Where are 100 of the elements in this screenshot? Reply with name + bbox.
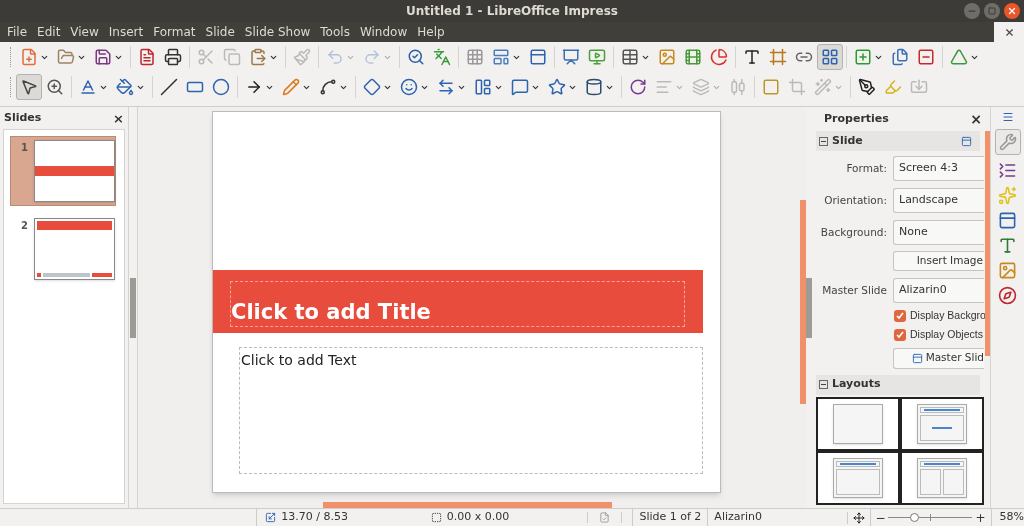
text-placeholder[interactable]: Click to add Text <box>239 347 703 474</box>
field-label: Orientation: <box>823 192 887 208</box>
collapse-handle[interactable] <box>806 277 812 338</box>
zoom-out-button[interactable]: − <box>875 508 886 526</box>
section-title: Slide <box>832 132 864 149</box>
cursor-position: 13.70 / 8.53 <box>281 509 348 526</box>
title-placeholder[interactable]: Click to add Title <box>230 281 685 327</box>
menu-item[interactable]: Format <box>153 23 196 41</box>
position-icon <box>265 512 277 523</box>
pencil-icon <box>282 78 300 96</box>
new-document-icon <box>20 48 38 66</box>
paint-bucket-icon <box>116 78 134 96</box>
layers-icon <box>692 78 710 96</box>
pdf-icon <box>138 48 156 66</box>
redo-icon <box>363 48 381 66</box>
panel-icon <box>911 352 923 364</box>
text-icon[interactable] <box>998 236 1017 255</box>
close-button[interactable]: × <box>113 111 124 125</box>
close-document-icon[interactable] <box>1003 26 1015 38</box>
search-icon <box>407 48 425 66</box>
cylinder-icon <box>585 78 603 96</box>
checkbox[interactable] <box>894 328 906 341</box>
menu-item[interactable]: Slide <box>205 23 235 41</box>
printer-icon <box>164 48 182 66</box>
slide-thumbnail[interactable]: 2 <box>10 214 116 284</box>
menu-item[interactable]: Window <box>359 23 408 41</box>
field-label: Background: <box>819 224 887 240</box>
menu-item[interactable]: Slide Show <box>244 23 311 41</box>
checkmark-icon <box>896 311 904 320</box>
distribute-icon <box>729 78 747 96</box>
pointer-button[interactable] <box>16 74 42 100</box>
undo-icon <box>326 48 344 66</box>
triangle-icon <box>950 48 968 66</box>
panel-icon <box>529 48 547 66</box>
shapes-grid-button[interactable] <box>817 44 843 70</box>
layout-option[interactable] <box>900 450 984 505</box>
frame-icon <box>769 48 787 66</box>
section-title: Layouts <box>832 376 881 393</box>
menu-item[interactable]: Insert <box>108 23 144 41</box>
layout-option[interactable] <box>816 396 900 451</box>
dropdown-field[interactable]: Landscape <box>893 188 984 213</box>
checkbox[interactable] <box>894 309 906 322</box>
panel-icon[interactable] <box>998 211 1017 230</box>
star-icon <box>548 78 566 96</box>
layout-option[interactable] <box>816 450 900 505</box>
slide-number: 2 <box>21 219 28 233</box>
menu-item[interactable]: Tools <box>320 23 350 41</box>
slide-count: Slide 1 of 2 <box>632 509 708 526</box>
pages-icon <box>891 48 909 66</box>
menu-item[interactable]: Help <box>417 23 445 41</box>
compass-icon[interactable] <box>998 286 1017 305</box>
menu-item[interactable]: File <box>7 23 28 41</box>
collapse-icon[interactable] <box>819 380 828 389</box>
checkbox-label: Display Objects <box>910 326 983 342</box>
scrollbar[interactable] <box>323 502 612 508</box>
wrench-icon <box>998 133 1017 151</box>
collapse-icon[interactable] <box>819 136 828 146</box>
smiley-icon <box>400 78 418 96</box>
speech-bubble-icon <box>511 78 529 96</box>
import-icon <box>910 78 928 96</box>
collapse-handle[interactable] <box>130 277 136 338</box>
highlighter-icon <box>884 78 902 96</box>
window-title: Untitled 1 - LibreOffice Impress <box>406 3 618 20</box>
slider-thumb[interactable] <box>909 513 919 522</box>
paintbrush-icon <box>293 48 311 66</box>
star-icon[interactable] <box>998 186 1017 205</box>
zoom-slider[interactable] <box>888 512 973 523</box>
object-size: 0.00 x 0.00 <box>446 509 510 526</box>
insert-image-button[interactable]: Insert Image <box>893 251 984 271</box>
panel-icon <box>474 78 492 96</box>
close-button[interactable]: × <box>970 112 982 126</box>
dropdown-field[interactable]: Screen 4:3 <box>893 156 984 181</box>
minimize-button[interactable] <box>964 3 980 19</box>
size-icon <box>430 512 442 523</box>
properties-tab[interactable] <box>994 129 1021 155</box>
menu-item[interactable]: Edit <box>37 23 61 41</box>
close-button[interactable] <box>1004 3 1020 19</box>
move-icon[interactable] <box>853 511 866 524</box>
layout-option[interactable] <box>900 396 984 451</box>
connector-icon <box>319 78 337 96</box>
scrollbar[interactable] <box>800 200 806 404</box>
field-label: Master Slide <box>821 282 887 298</box>
copy-icon <box>223 48 241 66</box>
projector-icon <box>562 48 580 66</box>
menu-item[interactable]: View <box>70 23 99 41</box>
shapes-grid-icon <box>821 48 839 66</box>
image-icon <box>658 48 676 66</box>
dropdown-field[interactable]: Alizarin0 <box>893 278 984 303</box>
menu-icon[interactable] <box>1001 111 1014 123</box>
zoom-in-button[interactable]: + <box>975 508 986 526</box>
pie-chart-icon <box>710 48 728 66</box>
rotate-icon <box>629 78 647 96</box>
scrollbar[interactable] <box>985 131 990 356</box>
master-slides-button[interactable]: Master Slid <box>893 347 984 369</box>
image-icon[interactable] <box>998 261 1017 280</box>
panel-title: Properties <box>824 110 889 127</box>
slide-number: 1 <box>21 141 28 155</box>
dropdown-field[interactable]: None <box>893 220 984 245</box>
crop-icon <box>788 78 806 96</box>
more-options-icon[interactable] <box>961 135 972 147</box>
